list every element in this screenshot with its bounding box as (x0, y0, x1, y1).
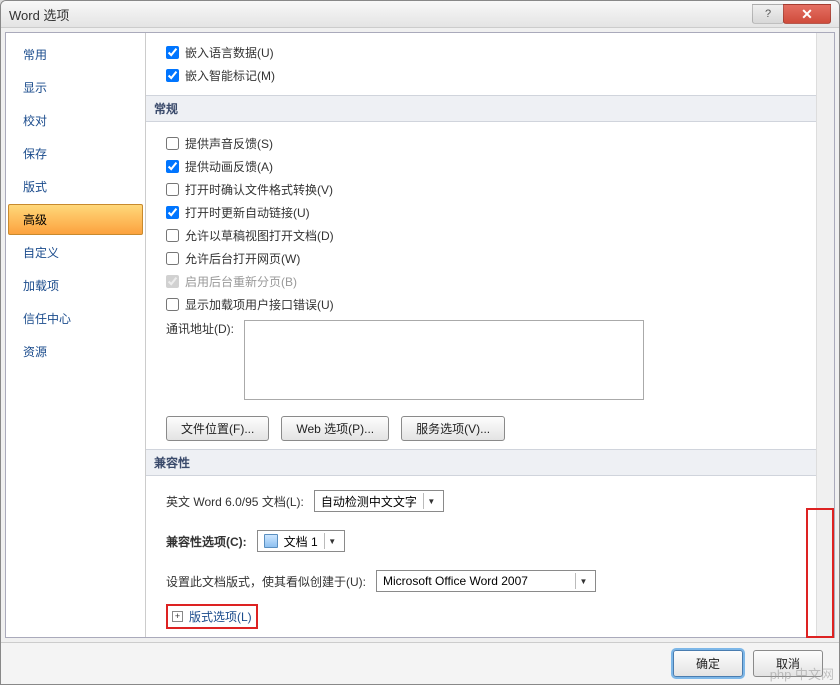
sidebar-item-display[interactable]: 显示 (8, 72, 143, 103)
sidebar-item-save[interactable]: 保存 (8, 138, 143, 169)
check-anim: 提供动画反馈(A) (166, 155, 800, 178)
bg-web-checkbox[interactable] (166, 252, 179, 265)
chevron-down-icon: ▼ (575, 573, 591, 589)
help-button[interactable]: ? (752, 4, 784, 24)
compat-options-label: 兼容性选项(C): (166, 533, 247, 550)
check-update-links: 打开时更新自动链接(U) (166, 201, 800, 224)
layoutfor-select[interactable]: Microsoft Office Word 2007 ▼ (376, 570, 596, 592)
file-locations-button[interactable]: 文件位置(F)... (166, 416, 269, 441)
compat-options-value: 文档 1 (284, 533, 318, 550)
draft-open-label: 允许以草稿视图打开文档(D) (185, 227, 334, 244)
section-general-header: 常规 (146, 95, 816, 122)
layoutfor-value: Microsoft Office Word 2007 (383, 574, 528, 588)
sound-label: 提供声音反馈(S) (185, 135, 273, 152)
address-row: 通讯地址(D): (166, 316, 800, 404)
service-options-button[interactable]: 服务选项(V)... (401, 416, 505, 441)
dialog-footer: 确定 取消 php 中文网 (1, 642, 839, 684)
english-word-row: 英文 Word 6.0/95 文档(L): 自动检测中文文字 ▼ (166, 486, 800, 516)
ok-button[interactable]: 确定 (673, 650, 743, 677)
sidebar-item-advanced[interactable]: 高级 (8, 204, 143, 235)
layoutfor-row: 设置此文档版式，使其看似创建于(U): Microsoft Office Wor… (166, 566, 800, 596)
bg-repag-label: 启用后台重新分页(B) (185, 273, 297, 290)
check-bg-repag: 启用后台重新分页(B) (166, 270, 800, 293)
bg-repag-checkbox (166, 275, 179, 288)
embed-smarttag-checkbox[interactable] (166, 69, 179, 82)
sidebar-item-addins[interactable]: 加载项 (8, 270, 143, 301)
anim-checkbox[interactable] (166, 160, 179, 173)
sidebar-item-trust[interactable]: 信任中心 (8, 303, 143, 334)
vertical-scrollbar[interactable] (816, 33, 834, 637)
layout-options-expander[interactable]: + 版式选项(L) (166, 604, 258, 629)
section-compat-header: 兼容性 (146, 449, 816, 476)
check-confirm-conv: 打开时确认文件格式转换(V) (166, 178, 800, 201)
confirm-conv-label: 打开时确认文件格式转换(V) (185, 181, 333, 198)
general-buttons: 文件位置(F)... Web 选项(P)... 服务选项(V)... (166, 416, 800, 441)
update-links-label: 打开时更新自动链接(U) (185, 204, 310, 221)
sidebar-item-resources[interactable]: 资源 (8, 336, 143, 367)
compat-options-select[interactable]: 文档 1 ▼ (257, 530, 345, 552)
layoutfor-label: 设置此文档版式，使其看似创建于(U): (166, 573, 366, 590)
web-options-button[interactable]: Web 选项(P)... (281, 416, 389, 441)
sidebar-item-common[interactable]: 常用 (8, 39, 143, 70)
embed-lang-label: 嵌入语言数据(U) (185, 44, 274, 61)
confirm-conv-checkbox[interactable] (166, 183, 179, 196)
options-dialog: Word 选项 ? ✕ 常用 显示 校对 保存 版式 高级 自定义 加载项 信任… (0, 0, 840, 685)
chevron-down-icon: ▼ (324, 533, 340, 549)
addin-err-label: 显示加载项用户接口错误(U) (185, 296, 334, 313)
close-button[interactable]: ✕ (783, 4, 831, 24)
check-embed-smarttag: 嵌入智能标记(M) (166, 64, 800, 87)
content-scroll[interactable]: 嵌入语言数据(U) 嵌入智能标记(M) 常规 提供声音反馈(S) 提供动画反馈(… (146, 33, 816, 637)
dialog-body: 常用 显示 校对 保存 版式 高级 自定义 加载项 信任中心 资源 嵌入语言数据… (5, 32, 835, 638)
bg-web-label: 允许后台打开网页(W) (185, 250, 300, 267)
english-word-label: 英文 Word 6.0/95 文档(L): (166, 493, 304, 510)
sidebar-item-customize[interactable]: 自定义 (8, 237, 143, 268)
draft-open-checkbox[interactable] (166, 229, 179, 242)
update-links-checkbox[interactable] (166, 206, 179, 219)
address-label: 通讯地址(D): (166, 320, 234, 337)
titlebar: Word 选项 ? ✕ (1, 1, 839, 28)
embed-smarttag-label: 嵌入智能标记(M) (185, 67, 275, 84)
check-bg-web: 允许后台打开网页(W) (166, 247, 800, 270)
compat-options-row: 兼容性选项(C): 文档 1 ▼ (166, 526, 800, 556)
cancel-button[interactable]: 取消 (753, 650, 823, 677)
anim-label: 提供动画反馈(A) (185, 158, 273, 175)
sound-checkbox[interactable] (166, 137, 179, 150)
layout-options-label: 版式选项(L) (189, 608, 252, 625)
address-input[interactable] (244, 320, 644, 400)
sidebar: 常用 显示 校对 保存 版式 高级 自定义 加载项 信任中心 资源 (6, 33, 146, 637)
english-word-value: 自动检测中文文字 (321, 493, 417, 510)
check-draft-open: 允许以草稿视图打开文档(D) (166, 224, 800, 247)
window-title: Word 选项 (9, 5, 753, 24)
content-area: 嵌入语言数据(U) 嵌入智能标记(M) 常规 提供声音反馈(S) 提供动画反馈(… (146, 33, 834, 637)
addin-err-checkbox[interactable] (166, 298, 179, 311)
check-sound: 提供声音反馈(S) (166, 132, 800, 155)
plus-icon: + (172, 611, 183, 622)
english-word-select[interactable]: 自动检测中文文字 ▼ (314, 490, 444, 512)
chevron-down-icon: ▼ (423, 493, 439, 509)
sidebar-item-layout[interactable]: 版式 (8, 171, 143, 202)
document-icon (264, 534, 278, 548)
embed-lang-checkbox[interactable] (166, 46, 179, 59)
sidebar-item-proofing[interactable]: 校对 (8, 105, 143, 136)
check-addin-err: 显示加载项用户接口错误(U) (166, 293, 800, 316)
check-embed-lang: 嵌入语言数据(U) (166, 41, 800, 64)
